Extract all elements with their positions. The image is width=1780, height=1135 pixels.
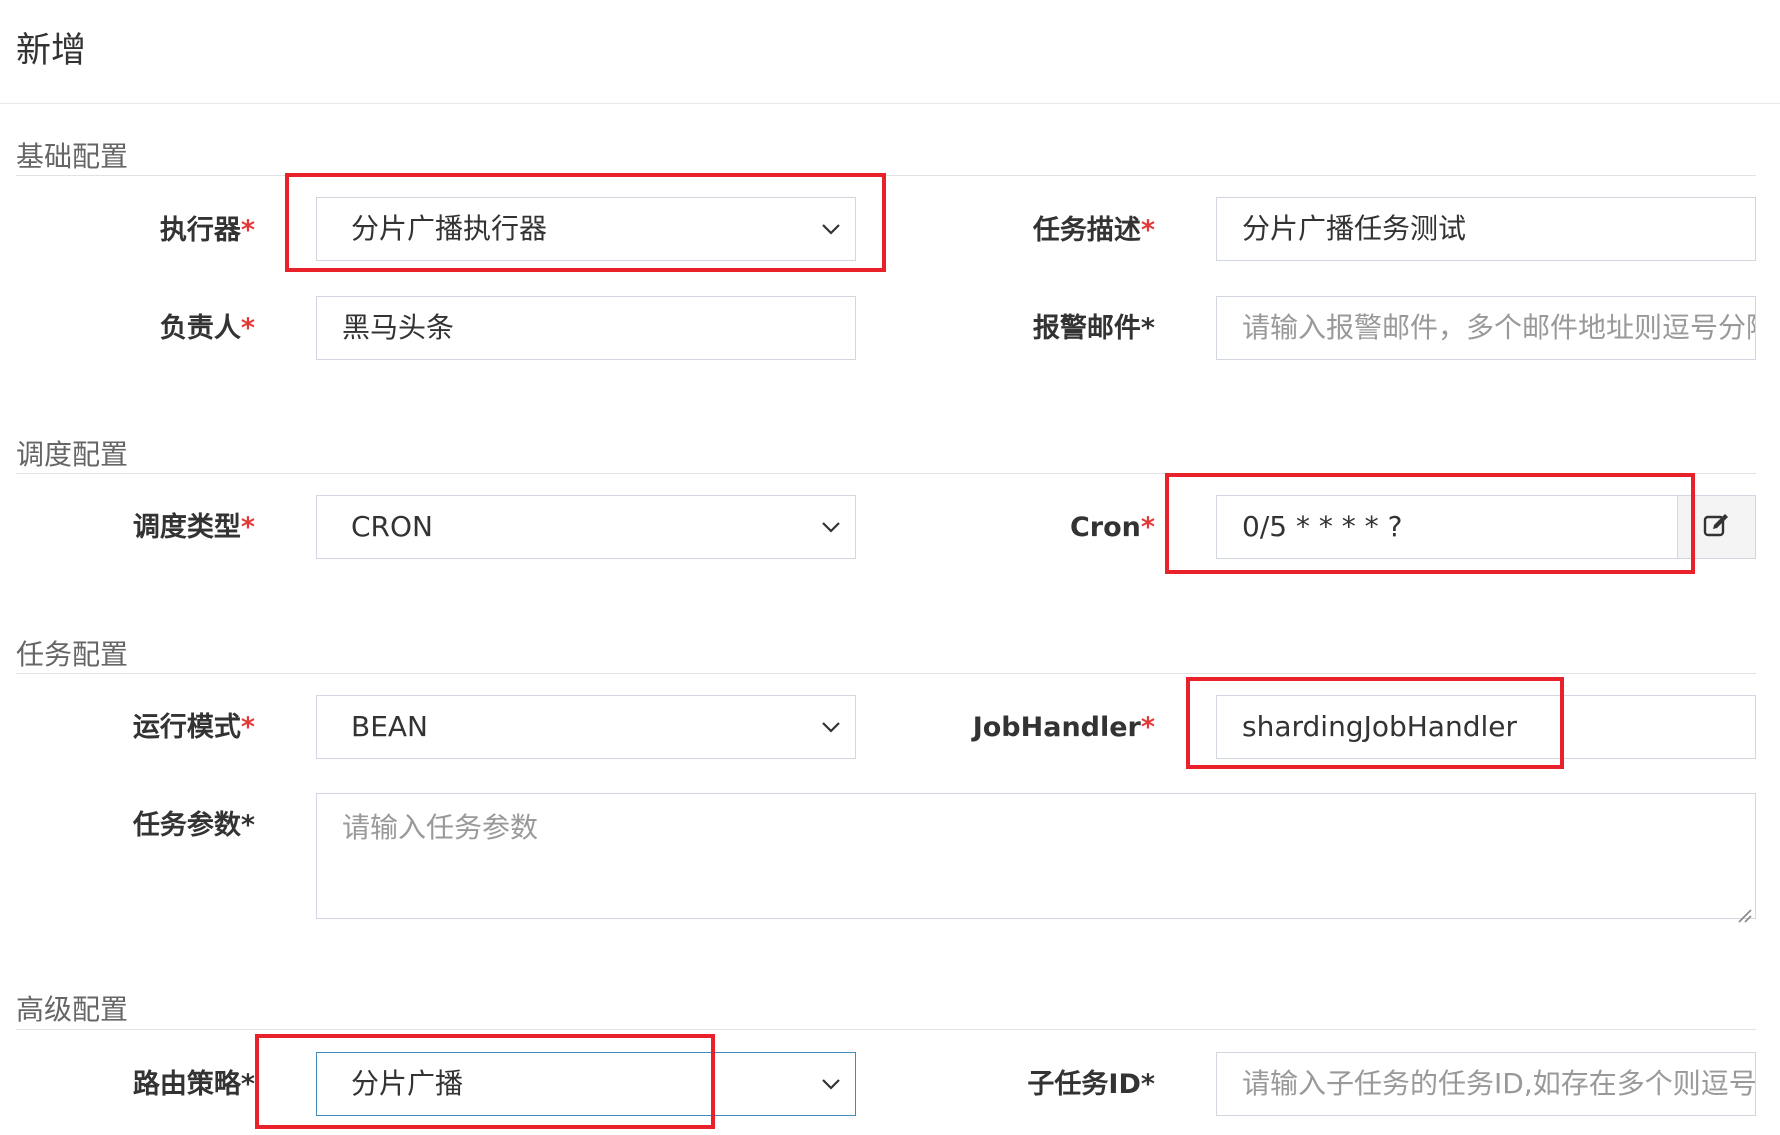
required-mark: * xyxy=(1140,313,1155,344)
edit-icon xyxy=(1702,511,1732,543)
job-desc-label-text: 任务描述 xyxy=(1032,215,1141,246)
schedule-type-select[interactable]: CRON xyxy=(316,495,856,559)
schedule-type-label: 调度类型* xyxy=(15,511,255,545)
highlight-box-cron xyxy=(1165,473,1695,574)
resize-grip-icon[interactable] xyxy=(1735,898,1753,923)
child-job-label-text: 子任务ID xyxy=(1027,1069,1141,1100)
author-label-text: 负责人 xyxy=(159,313,241,344)
schedule-type-value: CRON xyxy=(351,510,433,543)
required-mark: * xyxy=(1140,1069,1155,1100)
cron-label: Cron* xyxy=(915,511,1155,545)
author-input[interactable]: 黑马头条 xyxy=(316,296,856,360)
job-handler-label: JobHandler* xyxy=(915,711,1155,745)
section-advanced-title: 高级配置 xyxy=(16,993,129,1026)
alarm-email-label: 报警邮件* xyxy=(915,312,1155,346)
glue-type-select[interactable]: BEAN xyxy=(316,695,856,759)
glue-type-label: 运行模式* xyxy=(15,711,255,745)
required-mark: * xyxy=(240,313,255,344)
glue-type-value: BEAN xyxy=(351,710,428,743)
required-mark: * xyxy=(240,810,255,841)
job-param-label: 任务参数* xyxy=(15,809,255,843)
section-task-divider xyxy=(16,673,1756,674)
job-handler-label-text: JobHandler xyxy=(972,712,1141,743)
required-mark: * xyxy=(1140,215,1155,246)
child-job-label: 子任务ID* xyxy=(915,1068,1155,1102)
alarm-email-placeholder: 请输入报警邮件，多个邮件地址则逗号分隔 xyxy=(1242,311,1756,344)
section-basic-divider xyxy=(16,175,1756,176)
header-divider xyxy=(0,103,1780,104)
job-desc-input[interactable]: 分片广播任务测试 xyxy=(1216,197,1756,261)
chevron-down-icon xyxy=(819,696,843,758)
section-schedule-title: 调度配置 xyxy=(16,438,129,471)
executor-label-text: 执行器 xyxy=(159,215,241,246)
job-desc-label: 任务描述* xyxy=(915,214,1155,248)
cron-label-text: Cron xyxy=(1069,512,1141,543)
required-mark: * xyxy=(240,215,255,246)
job-param-textarea[interactable]: 请输入任务参数 xyxy=(316,793,1756,923)
glue-type-label-text: 运行模式 xyxy=(132,712,241,743)
required-mark: * xyxy=(240,1069,255,1100)
author-label: 负责人* xyxy=(15,312,255,346)
job-desc-value: 分片广播任务测试 xyxy=(1242,212,1467,245)
required-mark: * xyxy=(240,512,255,543)
job-param-label-text: 任务参数 xyxy=(132,810,241,841)
job-param-placeholder: 请输入任务参数 xyxy=(342,811,539,844)
alarm-email-input[interactable]: 请输入报警邮件，多个邮件地址则逗号分隔 xyxy=(1216,296,1756,360)
executor-label: 执行器* xyxy=(15,214,255,248)
chevron-down-icon xyxy=(819,1053,843,1115)
author-value: 黑马头条 xyxy=(342,311,455,344)
alarm-email-label-text: 报警邮件 xyxy=(1032,313,1141,344)
required-mark: * xyxy=(1140,512,1155,543)
section-basic-title: 基础配置 xyxy=(16,140,129,173)
child-job-placeholder: 请输入子任务的任务ID,如存在多个则逗号分隔 xyxy=(1242,1067,1756,1100)
highlight-box-executor xyxy=(285,173,886,272)
required-mark: * xyxy=(1140,712,1155,743)
section-advanced-divider xyxy=(16,1029,1756,1030)
required-mark: * xyxy=(240,712,255,743)
chevron-down-icon xyxy=(819,496,843,558)
highlight-box-route xyxy=(255,1034,715,1129)
route-label: 路由策略* xyxy=(15,1068,255,1102)
schedule-type-label-text: 调度类型 xyxy=(132,512,241,543)
dialog-title: 新增 xyxy=(16,31,87,71)
route-label-text: 路由策略 xyxy=(132,1069,241,1100)
highlight-box-jobhandler xyxy=(1186,677,1564,769)
child-job-input[interactable]: 请输入子任务的任务ID,如存在多个则逗号分隔 xyxy=(1216,1052,1756,1116)
section-task-title: 任务配置 xyxy=(16,638,129,671)
